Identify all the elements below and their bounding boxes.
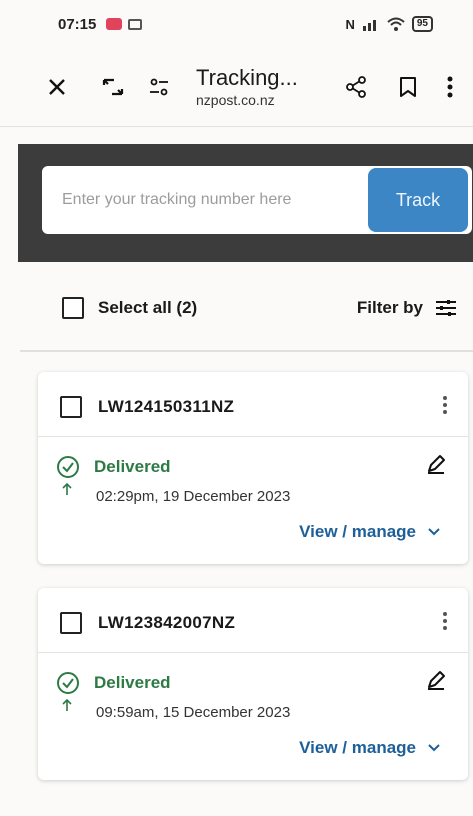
more-options-button[interactable] — [443, 70, 457, 104]
check-circle-icon — [57, 455, 79, 478]
chevron-down-icon — [428, 744, 440, 752]
card-divider — [38, 652, 468, 653]
status-bar: 07:15 N 95 — [0, 0, 473, 48]
delivery-datetime: 02:29pm, 19 December 2023 — [96, 488, 291, 505]
page-title: Tracking... — [196, 65, 298, 90]
site-settings-button[interactable] — [142, 70, 176, 104]
parcel-card: LW124150311NZ Delivered 02:29pm, 19 Dece… — [38, 372, 468, 564]
bookmark-icon — [400, 77, 416, 97]
delivery-status: Delivered — [94, 456, 171, 476]
tracking-search-box: Track — [42, 166, 472, 234]
tracking-number: LW124150311NZ — [98, 397, 235, 416]
more-icon — [443, 611, 447, 630]
tab-switch-button[interactable] — [96, 70, 130, 104]
nfc-icon: N — [345, 16, 355, 32]
close-icon — [49, 79, 65, 95]
view-manage-label: View / manage — [299, 522, 416, 541]
chevron-down-icon — [428, 528, 440, 536]
view-manage-link[interactable]: View / manage — [299, 738, 440, 758]
wifi-icon — [387, 17, 405, 31]
list-controls: Select all (2) Filter by — [62, 288, 457, 328]
tracking-number-input[interactable] — [42, 166, 368, 234]
select-all-checkbox[interactable] — [62, 297, 84, 319]
arrow-up-icon — [62, 482, 72, 495]
arrow-up-icon — [62, 698, 72, 711]
delivery-status: Delivered — [94, 672, 171, 692]
track-button[interactable]: Track — [368, 168, 468, 232]
pencil-icon — [428, 455, 445, 474]
select-all-label: Select all (2) — [98, 298, 198, 317]
parcel-card: LW123842007NZ Delivered 09:59am, 15 Dece… — [38, 588, 468, 780]
share-icon — [346, 76, 366, 98]
filter-label: Filter by — [356, 298, 423, 317]
app-notification-icon — [106, 18, 123, 30]
parcel-checkbox[interactable] — [60, 396, 82, 418]
filter-button[interactable]: Filter by — [357, 298, 457, 318]
tab-switch-icon — [102, 78, 124, 96]
battery-icon: 95 — [411, 16, 433, 32]
status-time: 07:15 — [58, 15, 97, 33]
pencil-icon — [428, 671, 445, 690]
tracking-search-band: Track — [18, 144, 473, 262]
more-icon — [443, 395, 447, 414]
view-manage-label: View / manage — [299, 738, 416, 757]
view-manage-link[interactable]: View / manage — [299, 522, 440, 542]
tracking-number: LW123842007NZ — [98, 613, 236, 632]
page-title-block[interactable]: Tracking... nzpost.co.nz — [196, 65, 298, 109]
signal-icon — [362, 20, 376, 31]
mail-notification-icon — [128, 18, 143, 30]
filter-icon — [436, 300, 456, 316]
parcel-more-button[interactable] — [442, 611, 448, 636]
browser-app-bar: Tracking... nzpost.co.nz — [0, 48, 473, 126]
close-button[interactable] — [40, 70, 74, 104]
bookmark-button[interactable] — [391, 70, 425, 104]
status-right-icons: N 95 — [345, 16, 433, 32]
edit-button[interactable] — [426, 454, 446, 479]
card-divider — [38, 436, 468, 437]
app-bar-divider — [0, 126, 473, 127]
parcel-more-button[interactable] — [442, 395, 448, 420]
page-url: nzpost.co.nz — [196, 92, 275, 108]
site-settings-icon — [150, 78, 168, 96]
edit-button[interactable] — [426, 670, 446, 695]
list-divider — [20, 350, 473, 352]
share-button[interactable] — [339, 70, 373, 104]
delivery-datetime: 09:59am, 15 December 2023 — [96, 704, 291, 721]
parcel-checkbox[interactable] — [60, 612, 82, 634]
check-circle-icon — [57, 671, 79, 694]
more-icon — [447, 76, 453, 98]
